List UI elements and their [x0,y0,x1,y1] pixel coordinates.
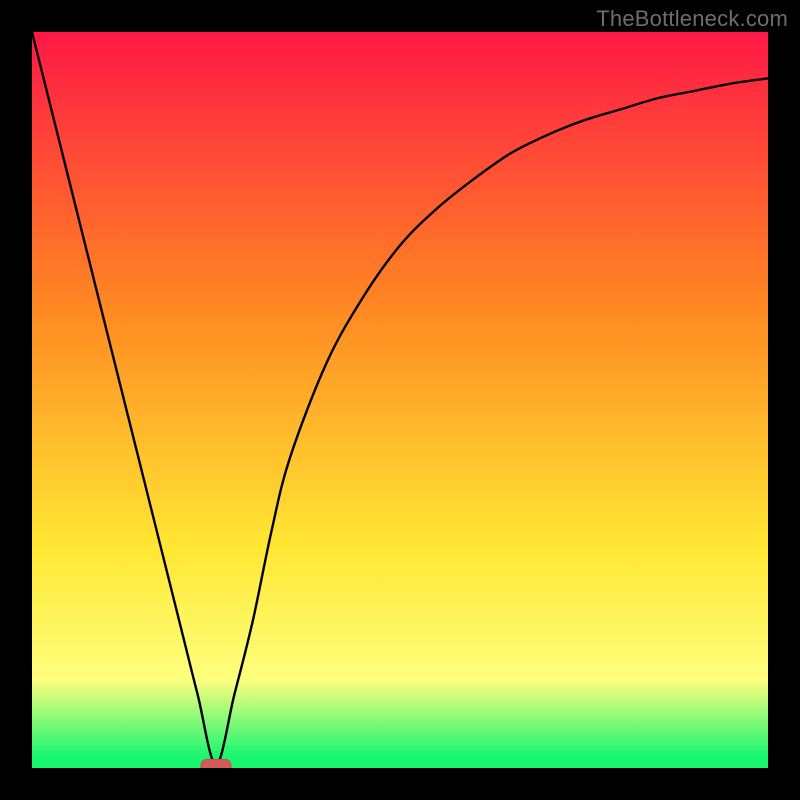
curve-layer [32,32,768,768]
bottleneck-curve [32,32,768,764]
watermark-text: TheBottleneck.com [596,6,788,32]
optimum-marker [201,759,231,768]
plot-area [32,32,768,768]
chart-frame: TheBottleneck.com [0,0,800,800]
